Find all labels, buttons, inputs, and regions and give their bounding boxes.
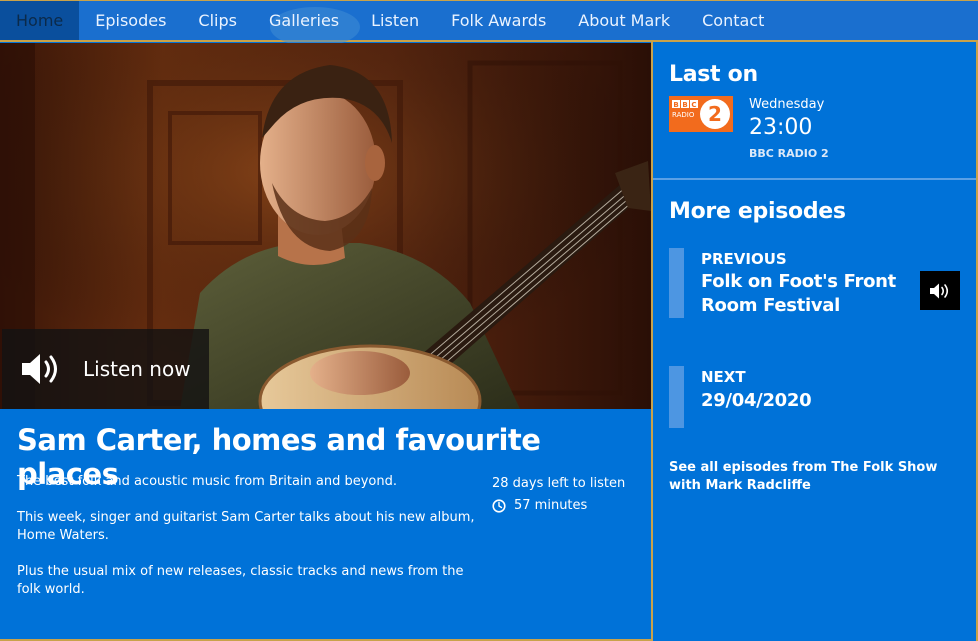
nav-item-folk-awards[interactable]: Folk Awards — [435, 1, 562, 40]
next-label: NEXT — [701, 368, 746, 386]
nav-item-about-mark[interactable]: About Mark — [562, 1, 686, 40]
listen-now-label: Listen now — [83, 357, 191, 381]
more-episodes-panel: More episodes PREVIOUS Folk on Foot's Fr… — [653, 180, 976, 641]
speaker-icon — [930, 283, 949, 298]
availability: 28 days left to listen 57 minutes — [492, 473, 625, 517]
episode-hero-image[interactable]: Listen now — [0, 43, 651, 409]
bbc-radio-2-logo[interactable]: B B C RADIO 2 — [669, 96, 733, 132]
nav-item-episodes[interactable]: Episodes — [79, 1, 182, 40]
svg-text:RADIO: RADIO — [672, 111, 695, 119]
play-previous-button[interactable] — [920, 271, 960, 310]
svg-text:C: C — [691, 101, 696, 109]
svg-text:B: B — [673, 101, 678, 109]
radio-2-logo-icon: B B C RADIO 2 — [672, 99, 730, 129]
svg-text:B: B — [682, 101, 687, 109]
nav-item-listen[interactable]: Listen — [355, 1, 435, 40]
nav-item-contact[interactable]: Contact — [686, 1, 780, 40]
see-all-episodes-link[interactable]: See all episodes from The Folk Show with… — [669, 459, 959, 495]
next-episode-bar — [669, 366, 684, 428]
episode-description-3: Plus the usual mix of new releases, clas… — [17, 564, 464, 597]
last-on-day: Wednesday — [749, 97, 825, 112]
nav-item-galleries[interactable]: Galleries — [253, 1, 355, 40]
episode-info: Sam Carter, homes and favourite places T… — [0, 409, 651, 641]
nav-item-clips[interactable]: Clips — [182, 1, 253, 40]
duration: 57 minutes — [514, 498, 588, 513]
speaker-icon — [22, 354, 57, 384]
previous-label: PREVIOUS — [701, 250, 787, 268]
last-on-station[interactable]: BBC RADIO 2 — [749, 147, 829, 160]
clock-icon — [492, 499, 506, 513]
nav-item-home[interactable]: Home — [0, 1, 80, 40]
top-nav: Home Episodes Clips Galleries Listen Fol… — [0, 0, 978, 47]
episode-description-1: The best folk and acoustic music from Br… — [17, 474, 398, 489]
last-on-panel: Last on B B C RADIO 2 Wednesday 23:00 BB… — [653, 43, 976, 178]
next-episode-date[interactable]: 29/04/2020 — [701, 389, 911, 413]
last-on-heading: Last on — [669, 62, 758, 87]
svg-text:2: 2 — [708, 102, 722, 126]
last-on-time: 23:00 — [749, 115, 813, 140]
previous-episode-bar — [669, 248, 684, 318]
days-left: 28 days left to listen — [492, 476, 626, 491]
more-episodes-heading: More episodes — [669, 199, 846, 224]
previous-episode-link[interactable]: Folk on Foot's Front Room Festival — [701, 270, 911, 318]
listen-now-button[interactable]: Listen now — [2, 329, 209, 409]
episode-description-2: This week, singer and guitarist Sam Cart… — [17, 510, 475, 543]
